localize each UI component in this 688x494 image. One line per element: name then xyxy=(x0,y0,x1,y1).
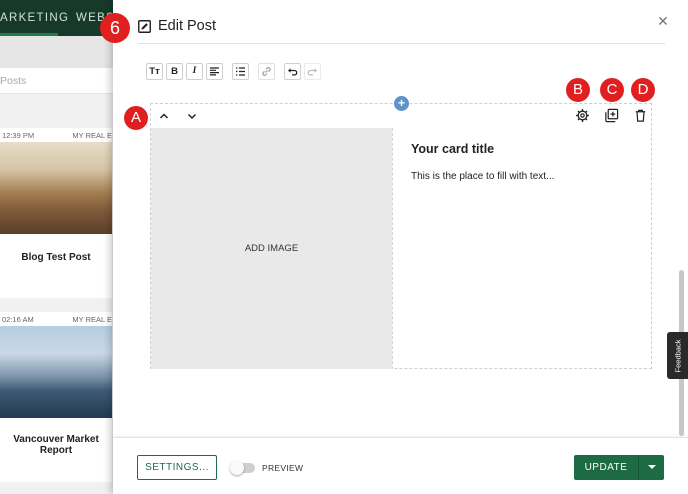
card-block[interactable]: + ADD IMAGE Your card title This is the … xyxy=(150,96,652,369)
gear-icon[interactable] xyxy=(575,108,590,123)
modal-header: Edit Post xyxy=(138,14,665,44)
background-app: ARKETING WEBS Posts 12:39 PM MY REAL E B… xyxy=(0,0,120,494)
undo-icon xyxy=(288,68,298,76)
post-site: MY REAL E xyxy=(72,131,112,140)
list-icon xyxy=(236,67,245,76)
annotation-badge-a: A xyxy=(124,106,148,130)
list-button[interactable] xyxy=(232,63,249,80)
modal-footer: SETTINGS... PREVIEW UPDATE xyxy=(113,437,688,494)
edit-post-modal: Edit Post ✕ Tт B I + ADD IMAGE Your card… xyxy=(113,0,688,494)
post-thumbnail xyxy=(0,326,112,418)
card-body-text[interactable]: This is the place to fill with text... xyxy=(411,171,554,182)
align-button[interactable] xyxy=(206,63,223,80)
italic-button[interactable]: I xyxy=(186,63,203,80)
nav-tab-marketing[interactable]: ARKETING xyxy=(0,12,69,24)
bold-button[interactable]: B xyxy=(166,63,183,80)
post-card-meta: 12:39 PM MY REAL E xyxy=(0,128,112,142)
modal-title: Edit Post xyxy=(158,18,217,34)
link-button[interactable] xyxy=(258,63,275,80)
preview-toggle[interactable] xyxy=(230,461,255,475)
link-icon xyxy=(262,67,271,76)
post-card[interactable]: 02:16 AM MY REAL E Vancouver Market Repo… xyxy=(0,312,112,482)
post-site: MY REAL E xyxy=(72,315,112,324)
move-up-icon[interactable] xyxy=(157,109,171,123)
block-controls xyxy=(151,104,651,128)
redo-icon xyxy=(307,68,317,76)
post-title: Vancouver Market Report xyxy=(13,434,99,456)
step-badge: 6 xyxy=(100,13,130,43)
redo-button[interactable] xyxy=(304,63,321,80)
post-time: 12:39 PM xyxy=(2,131,35,140)
annotation-badge-d: D xyxy=(631,78,655,102)
search-placeholder: Posts xyxy=(0,75,27,87)
duplicate-icon[interactable] xyxy=(604,108,619,123)
post-card[interactable]: 12:39 PM MY REAL E Blog Test Post xyxy=(0,128,112,298)
add-image-label: ADD IMAGE xyxy=(244,243,299,254)
trash-icon[interactable] xyxy=(633,108,648,123)
background-toolbar xyxy=(0,36,120,68)
settings-button[interactable]: SETTINGS... xyxy=(137,455,217,480)
edit-icon xyxy=(138,20,151,33)
update-options-dropdown[interactable] xyxy=(638,455,664,480)
feedback-tab[interactable]: Feedback xyxy=(667,332,688,379)
add-image-area[interactable]: ADD IMAGE xyxy=(151,128,392,369)
undo-button[interactable] xyxy=(284,63,301,80)
align-left-icon xyxy=(210,67,219,76)
post-thumbnail xyxy=(0,142,112,234)
post-time: 02:16 AM xyxy=(2,315,34,324)
annotation-badge-b: B xyxy=(566,78,590,102)
preview-label: PREVIEW xyxy=(262,463,304,473)
post-title: Blog Test Post xyxy=(21,252,91,263)
card-text-area[interactable]: Your card title This is the place to fil… xyxy=(392,128,652,369)
annotation-badge-c: C xyxy=(600,78,624,102)
feedback-label: Feedback xyxy=(673,339,682,372)
post-card-meta: 02:16 AM MY REAL E xyxy=(0,312,112,326)
posts-search-input[interactable]: Posts xyxy=(0,68,120,94)
update-button[interactable]: UPDATE xyxy=(574,455,638,480)
card-title[interactable]: Your card title xyxy=(411,142,494,156)
text-size-button[interactable]: Tт xyxy=(146,63,163,80)
move-down-icon[interactable] xyxy=(185,109,199,123)
toggle-knob xyxy=(230,461,244,475)
close-icon[interactable]: ✕ xyxy=(656,14,670,28)
